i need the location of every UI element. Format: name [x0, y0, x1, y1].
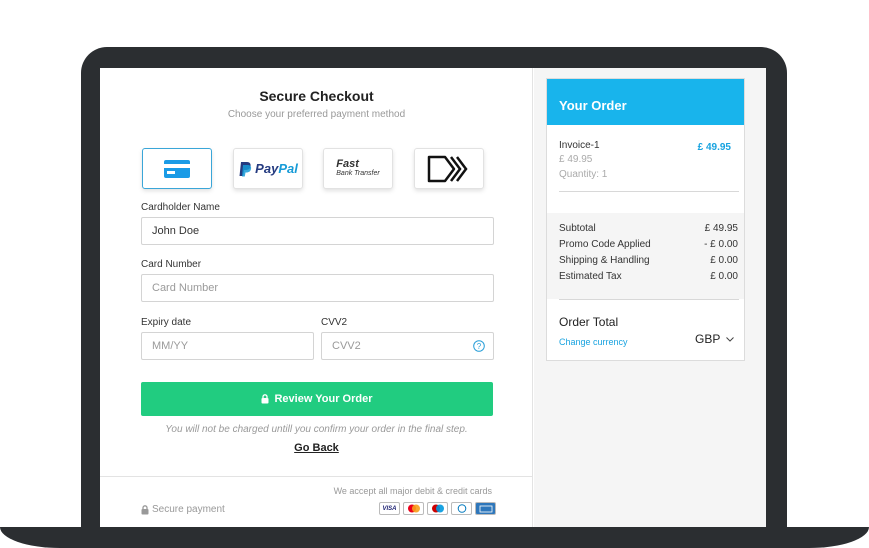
- cardholder-name-input[interactable]: [141, 217, 494, 245]
- cardholder-name-label: Cardholder Name: [141, 202, 220, 213]
- help-circle-icon[interactable]: ?: [473, 340, 485, 352]
- paypal-label: PayPal: [255, 161, 298, 176]
- review-order-label: Review Your Order: [274, 393, 373, 405]
- change-currency-link[interactable]: Change currency: [559, 337, 628, 347]
- summary-label: Estimated Tax: [559, 271, 622, 282]
- charge-note: You will not be charged untill you confi…: [165, 424, 468, 435]
- amex-icon: [475, 502, 496, 515]
- card-logos: VISA: [379, 502, 496, 515]
- cvv-input[interactable]: [321, 332, 494, 360]
- maestro-icon: [427, 502, 448, 515]
- lock-icon: [141, 504, 149, 514]
- currency-select[interactable]: GBP: [695, 332, 735, 346]
- chevron-down-icon: [726, 336, 735, 342]
- laptop-base: [0, 527, 869, 548]
- order-header: Your Order: [547, 79, 744, 125]
- summary-row: Estimated Tax £ 0.00: [559, 271, 738, 282]
- summary-value: - £ 0.00: [704, 239, 738, 250]
- item-quantity: Quantity: 1: [559, 169, 608, 180]
- currency-value: GBP: [695, 332, 721, 346]
- bank-transfer-label: Bank Transfer: [336, 169, 380, 177]
- item-unit-price: £ 49.95: [559, 154, 593, 165]
- payment-method-card[interactable]: [142, 148, 212, 189]
- order-total-label: Order Total: [559, 315, 619, 329]
- order-summary-pane: Your Order Invoice-1 £ 49.95 £ 49.95 Qua…: [534, 68, 766, 527]
- visa-icon: VISA: [379, 502, 400, 515]
- footer-divider: [100, 476, 533, 477]
- expiry-date-input[interactable]: [141, 332, 314, 360]
- order-summary: Your Order Invoice-1 £ 49.95 £ 49.95 Qua…: [546, 78, 745, 361]
- payment-method-fast-bank-transfer[interactable]: Fast Bank Transfer: [323, 148, 393, 189]
- cvv-label: CVV2: [321, 317, 348, 328]
- page-title: Secure Checkout: [259, 88, 374, 104]
- review-order-button[interactable]: Review Your Order: [141, 382, 493, 416]
- summary-row: Subtotal £ 49.95: [559, 223, 738, 234]
- fast-bank-transfer-logo: Fast Bank Transfer: [336, 157, 380, 178]
- contactless-arrows-icon: [427, 155, 468, 182]
- go-back-link[interactable]: Go Back: [100, 442, 533, 454]
- summary-value: £ 0.00: [710, 255, 738, 266]
- summary-divider: [559, 299, 739, 300]
- checkout-screen: Secure Checkout Choose your preferred pa…: [100, 68, 766, 527]
- secure-payment-label: Secure payment: [152, 504, 225, 515]
- page-subtitle: Choose your preferred payment method: [227, 109, 406, 120]
- summary-label: Shipping & Handling: [559, 255, 650, 266]
- item-price: £ 49.95: [697, 142, 731, 153]
- summary-label: Promo Code Applied: [559, 239, 651, 250]
- diners-club-icon: [451, 502, 472, 515]
- payment-form: Secure Checkout Choose your preferred pa…: [100, 68, 533, 527]
- card-number-label: Card Number: [141, 259, 202, 270]
- summary-value: £ 49.95: [704, 223, 738, 234]
- expiry-date-label: Expiry date: [141, 317, 192, 328]
- lock-icon: [261, 394, 269, 404]
- card-number-input[interactable]: [141, 274, 494, 302]
- summary-value: £ 0.00: [710, 271, 738, 282]
- summary-row: Shipping & Handling £ 0.00: [559, 255, 738, 266]
- mastercard-icon: [403, 502, 424, 515]
- summary-label: Subtotal: [559, 223, 596, 234]
- payment-method-paypal[interactable]: PayPal: [233, 148, 303, 189]
- payment-method-contactless[interactable]: [414, 148, 484, 189]
- item-name: Invoice-1: [559, 140, 600, 151]
- credit-card-icon: [164, 159, 190, 178]
- paypal-logo-icon: [239, 161, 252, 176]
- fast-label: Fast: [336, 157, 359, 170]
- summary-row: Promo Code Applied - £ 0.00: [559, 239, 738, 250]
- accepted-cards-text: We accept all major debit & credit cards: [333, 486, 492, 496]
- svg-text:?: ?: [477, 342, 482, 351]
- item-divider: [559, 191, 739, 192]
- secure-payment: Secure payment: [141, 504, 225, 515]
- summary-area: Subtotal £ 49.95 Promo Code Applied - £ …: [547, 213, 744, 300]
